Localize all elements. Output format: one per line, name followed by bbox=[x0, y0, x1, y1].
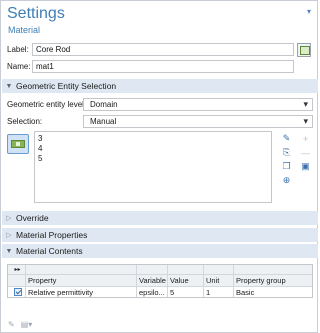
column-header-value[interactable]: Value bbox=[168, 275, 204, 286]
list-item[interactable]: 5 bbox=[35, 154, 271, 164]
table-toolbar-row: ▸▸ bbox=[8, 265, 312, 275]
table-row[interactable]: Relative permittivity epsilo... 5 1 Basi… bbox=[8, 287, 312, 297]
clear-icon[interactable]: ▣ bbox=[300, 161, 311, 172]
header-icons: ▾ bbox=[307, 7, 311, 16]
column-header-unit[interactable]: Unit bbox=[204, 275, 234, 286]
expand-arrow-icon: ▷ bbox=[6, 232, 12, 239]
list-item[interactable]: 4 bbox=[35, 144, 271, 154]
section-title: Material Contents bbox=[16, 246, 83, 256]
column-header-property-group[interactable]: Property group bbox=[234, 275, 312, 286]
domain-chip-icon bbox=[11, 140, 25, 148]
section-material-properties[interactable]: ▷ Material Properties bbox=[2, 228, 318, 242]
label-edit-button[interactable] bbox=[297, 43, 311, 57]
selection-list[interactable]: 3 4 5 bbox=[34, 131, 272, 203]
collapse-arrow-icon: ▼ bbox=[5, 247, 13, 255]
cell-property: Relative permittivity bbox=[26, 287, 137, 297]
expand-all-icon[interactable]: ▸▸ bbox=[8, 265, 26, 274]
entity-level-select[interactable]: Domain bbox=[83, 98, 313, 111]
label-field[interactable]: Core Rod bbox=[32, 43, 294, 56]
selection-tools-right: + — ▣ bbox=[300, 133, 311, 172]
expand-arrow-icon: ▷ bbox=[6, 215, 12, 222]
select-icon[interactable]: ✎ bbox=[281, 133, 292, 144]
cell-value[interactable]: 5 bbox=[168, 287, 204, 297]
pin-icon[interactable]: ▾ bbox=[307, 7, 311, 16]
name-caption: Name: bbox=[7, 62, 31, 71]
paste-icon[interactable]: ⎘ bbox=[281, 147, 292, 158]
section-title: Material Properties bbox=[16, 230, 88, 240]
label-caption: Label: bbox=[7, 45, 29, 54]
section-override[interactable]: ▷ Override bbox=[2, 211, 318, 225]
settings-window: Settings Material ▾ Label: Core Rod Name… bbox=[0, 0, 318, 333]
cell-variable: epsilo... bbox=[137, 287, 168, 297]
add-icon[interactable]: + bbox=[300, 133, 311, 144]
page-subtitle: Material bbox=[8, 25, 41, 35]
selection-row: Selection: bbox=[7, 115, 42, 128]
copy-icon[interactable]: ❐ bbox=[281, 161, 292, 172]
material-contents-table: ▸▸ Property Variable Value Unit Property… bbox=[7, 264, 313, 298]
table-header: Property Variable Value Unit Property gr… bbox=[8, 275, 312, 287]
row-checkbox[interactable] bbox=[13, 288, 22, 296]
edit-icon[interactable]: ✎ bbox=[8, 320, 15, 329]
column-header-property[interactable]: Property bbox=[26, 275, 137, 286]
active-selection-toggle[interactable] bbox=[7, 134, 29, 154]
cell-unit: 1 bbox=[204, 287, 234, 297]
page-title: Settings bbox=[7, 5, 65, 22]
section-material-contents[interactable]: ▼ Material Contents bbox=[2, 244, 318, 258]
section-geometric-entity-selection[interactable]: ▼ Geometric Entity Selection bbox=[2, 79, 318, 93]
label-row: Label: bbox=[7, 43, 31, 56]
name-row: Name: bbox=[7, 60, 31, 73]
remove-icon[interactable]: — bbox=[300, 147, 311, 158]
selection-tools-left: ✎ ⎘ ❐ ⊕ bbox=[281, 133, 292, 186]
table-options-icon[interactable]: ▤▾ bbox=[21, 320, 33, 329]
zoom-icon[interactable]: ⊕ bbox=[281, 175, 292, 186]
name-field[interactable]: mat1 bbox=[32, 60, 294, 73]
entity-level-caption: Geometric entity level: bbox=[7, 100, 87, 109]
selection-caption: Selection: bbox=[7, 117, 43, 126]
collapse-arrow-icon: ▼ bbox=[5, 82, 13, 90]
list-item[interactable]: 3 bbox=[35, 134, 271, 144]
section-title: Override bbox=[16, 213, 49, 223]
table-bottom-toolbar: ✎ ▤▾ bbox=[8, 320, 32, 329]
cell-property-group: Basic bbox=[236, 287, 255, 297]
column-header-variable[interactable]: Variable bbox=[137, 275, 168, 286]
entity-level-row: Geometric entity level: bbox=[7, 98, 86, 111]
section-title: Geometric Entity Selection bbox=[16, 81, 117, 91]
selection-select[interactable]: Manual bbox=[83, 115, 313, 128]
